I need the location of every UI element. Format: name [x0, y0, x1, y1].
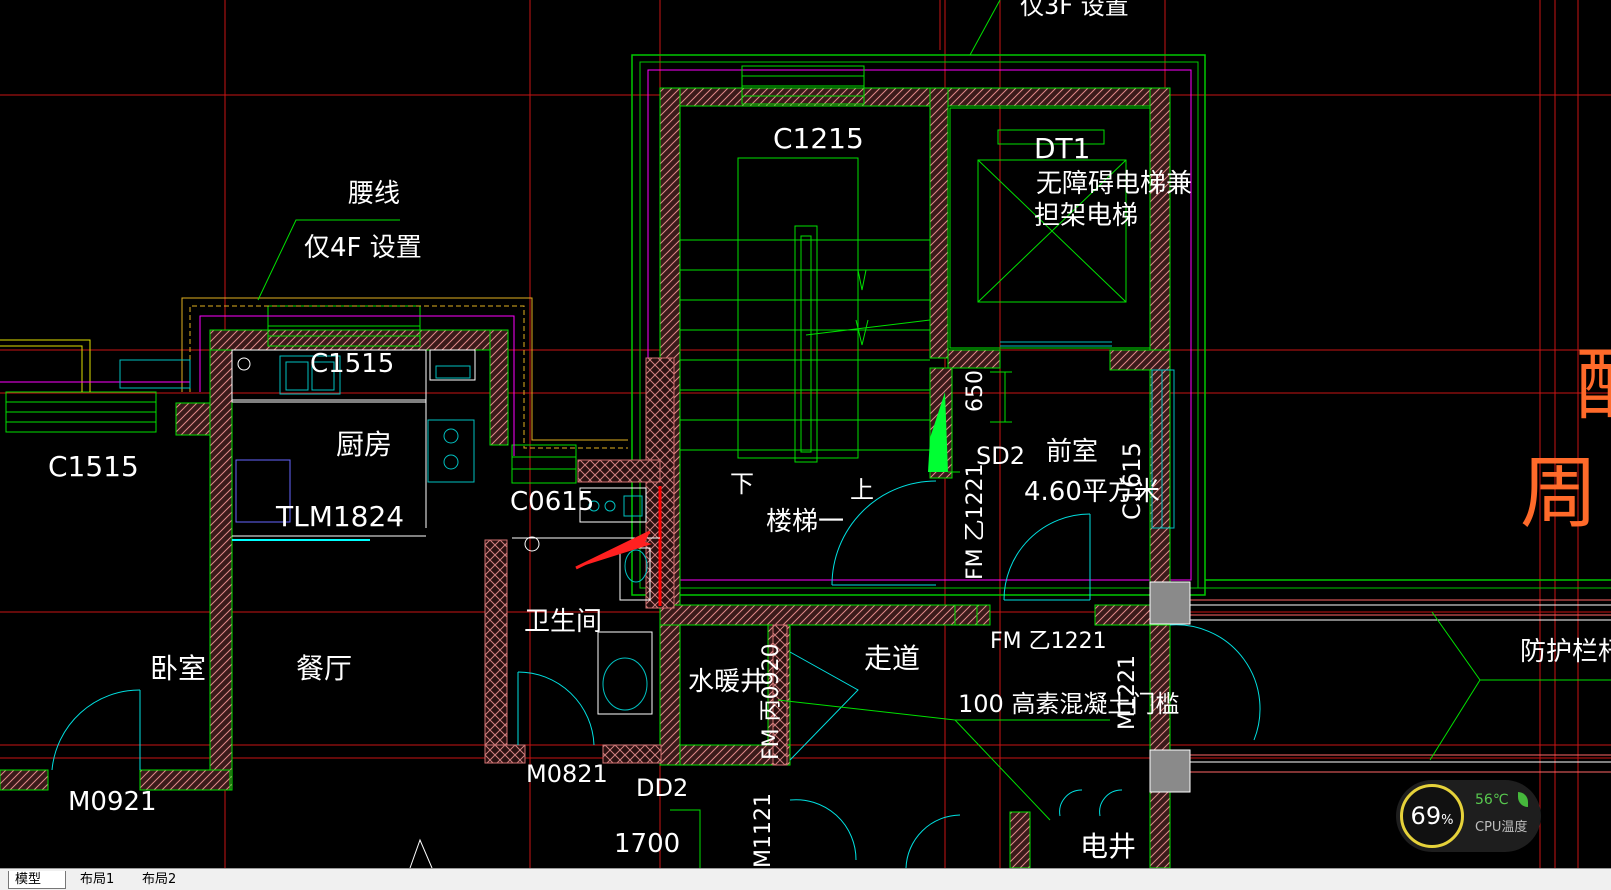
bathroom-fixtures — [512, 486, 662, 715]
label-guardrail: 防护栏杆 — [1520, 637, 1611, 667]
label-m1121-bottom: M1121 — [751, 793, 776, 868]
cpu-temperature: 56℃ — [1475, 792, 1509, 808]
label-corridor: 走道 — [864, 642, 920, 675]
label-dim-1700: 1700 — [614, 829, 680, 859]
tab-layout-2[interactable]: 布局2 — [136, 871, 194, 889]
label-right-partial-1: 配 — [1575, 341, 1611, 431]
cpu-load-unit: % — [1441, 813, 1454, 828]
label-fm-z1221-h: FM 乙1221 — [990, 629, 1107, 654]
label-fm-z1221-v: FM 乙1221 — [963, 463, 988, 580]
label-elevator-desc-2: 担架电梯 — [1034, 201, 1138, 231]
label-bathroom: 卫生间 — [524, 607, 602, 637]
label-bedroom: 卧室 — [150, 652, 206, 685]
stair-treads — [680, 157, 931, 463]
label-top-note: 仅3F 设置 — [1020, 0, 1129, 20]
label-stair: 楼梯一 — [766, 507, 844, 537]
label-dt1: DT1 — [1034, 132, 1090, 165]
label-anteroom: 前室 — [1046, 437, 1098, 467]
label-c1515-kitchen: C1515 — [310, 349, 394, 379]
label-waistline: 腰线 — [348, 179, 400, 209]
cpu-load-ring: 69% — [1400, 784, 1464, 848]
label-waistline-note: 仅4F 设置 — [304, 233, 422, 263]
label-m0821: M0821 — [526, 760, 608, 788]
tab-model[interactable]: 模型 — [8, 871, 66, 889]
label-dim-650: 650 — [963, 370, 988, 412]
guardrail-lines — [1149, 581, 1611, 793]
label-stair-up: 上 — [850, 476, 874, 504]
cad-drawing-canvas[interactable]: C1215 DT1 无障碍电梯兼 担架电梯 腰线 仅4F 设置 仅3F 设置 C… — [0, 0, 1611, 868]
cpu-load-value: 69 — [1410, 802, 1442, 830]
label-dd2: DD2 — [636, 774, 688, 802]
leaf-icon — [1518, 792, 1528, 807]
label-c1515-left: C1515 — [48, 450, 139, 483]
red-arrow — [575, 530, 652, 570]
label-elec-shaft: 电井 — [1080, 830, 1136, 863]
layout-tab-bar: 模型 布局1 布局2 — [0, 868, 1611, 890]
cpu-temp-label: CPU温度 — [1475, 820, 1528, 835]
label-c1215: C1215 — [773, 122, 864, 155]
label-right-partial-2: 周 — [1520, 449, 1598, 539]
label-stair-down: 下 — [730, 470, 754, 498]
label-fm-bing0920: FM 丙0920 — [759, 643, 784, 760]
label-threshold: 100 高素混凝土门槛 — [958, 690, 1179, 718]
label-m0921: M0921 — [68, 787, 157, 817]
cpu-monitor-widget[interactable]: 69% 56℃ CPU温度 — [1396, 780, 1541, 852]
label-tlm1824: TLM1824 — [275, 500, 404, 533]
label-elevator-desc-1: 无障碍电梯兼 — [1036, 169, 1192, 199]
section-mark — [409, 838, 433, 868]
label-dining: 餐厅 — [296, 652, 352, 685]
label-c0615: C0615 — [510, 487, 594, 517]
label-water-shaft: 水暖井 — [688, 667, 766, 697]
label-m1221-right: M1221 — [1115, 655, 1140, 730]
tab-layout-1[interactable]: 布局1 — [74, 871, 132, 889]
label-c1615: C1615 — [1118, 442, 1146, 520]
label-kitchen: 厨房 — [336, 428, 392, 461]
